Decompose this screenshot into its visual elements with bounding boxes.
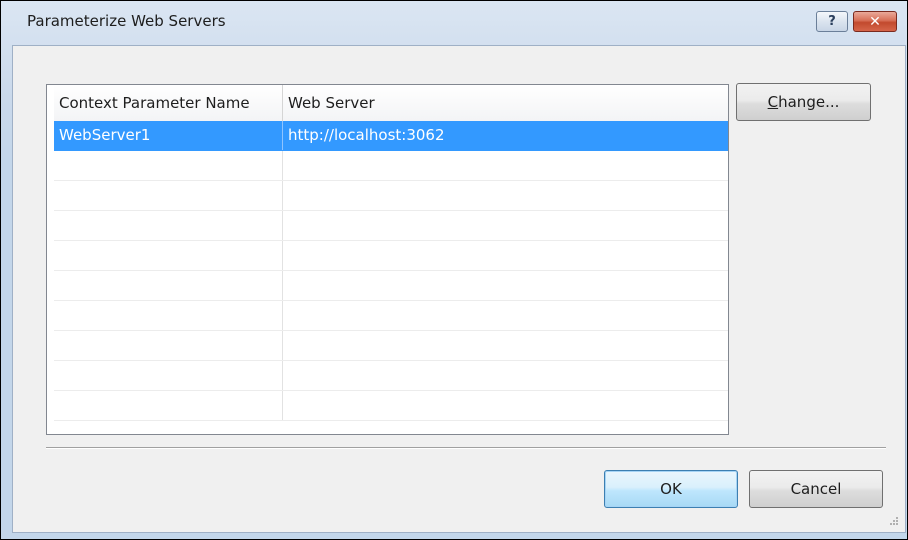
change-button[interactable]: Change... [736, 83, 871, 121]
resize-grip-icon-shape [890, 517, 898, 525]
table-row-webserver1[interactable]: WebServer1 http://localhost:3062 [54, 121, 728, 151]
cell-context-parameter-name[interactable] [54, 211, 283, 240]
cell-context-parameter-name[interactable] [54, 361, 283, 390]
change-button-mnemonic: C [767, 93, 779, 111]
column-header-context-parameter-name[interactable]: Context Parameter Name [54, 85, 283, 121]
help-button[interactable]: ? [816, 11, 848, 32]
help-icon: ? [828, 14, 836, 29]
cell-web-server[interactable] [283, 301, 728, 330]
parameters-grid[interactable]: Context Parameter Name Web Server WebSer… [46, 84, 729, 435]
table-row[interactable] [54, 391, 728, 421]
cell-context-parameter-name[interactable]: WebServer1 [54, 121, 283, 150]
cell-web-server[interactable] [283, 241, 728, 270]
cell-web-server[interactable] [283, 211, 728, 240]
cell-web-server[interactable] [283, 181, 728, 210]
change-button-label: hange... [778, 93, 840, 111]
column-header-web-server[interactable]: Web Server [283, 85, 728, 121]
title-bar[interactable]: Parameterize Web Servers ? ✕ [1, 1, 907, 41]
cancel-button-label: Cancel [790, 480, 842, 498]
dialog-title: Parameterize Web Servers [27, 12, 226, 30]
ok-button-label: OK [660, 480, 682, 498]
cell-context-parameter-name[interactable] [54, 391, 283, 420]
cell-context-parameter-name[interactable] [54, 151, 283, 180]
table-row[interactable] [54, 301, 728, 331]
cell-context-parameter-name[interactable] [54, 301, 283, 330]
table-row[interactable] [54, 241, 728, 271]
cell-context-parameter-name[interactable] [54, 271, 283, 300]
close-icon: ✕ [869, 13, 881, 30]
cell-context-parameter-name[interactable] [54, 331, 283, 360]
table-row[interactable] [54, 181, 728, 211]
cell-web-server[interactable] [283, 331, 728, 360]
close-button[interactable]: ✕ [853, 11, 897, 32]
grid-content: Context Parameter Name Web Server WebSer… [54, 85, 728, 434]
cell-web-server[interactable] [283, 391, 728, 420]
cell-web-server[interactable] [283, 361, 728, 390]
ok-button[interactable]: OK [604, 470, 738, 508]
resize-grip-icon[interactable] [887, 515, 899, 527]
cell-context-parameter-name[interactable] [54, 241, 283, 270]
dialog-window: Parameterize Web Servers ? ✕ Context Par… [0, 0, 908, 540]
table-row[interactable] [54, 151, 728, 181]
dialog-client-area: Context Parameter Name Web Server WebSer… [12, 45, 906, 533]
cell-web-server[interactable] [283, 271, 728, 300]
cell-context-parameter-name[interactable] [54, 181, 283, 210]
table-row[interactable] [54, 361, 728, 391]
table-row[interactable] [54, 331, 728, 361]
cell-web-server[interactable]: http://localhost:3062 [283, 121, 728, 150]
cancel-button[interactable]: Cancel [749, 470, 883, 508]
table-row[interactable] [54, 271, 728, 301]
table-row[interactable] [54, 211, 728, 241]
cell-web-server[interactable] [283, 151, 728, 180]
grid-header: Context Parameter Name Web Server [54, 85, 728, 122]
grid-rows: WebServer1 http://localhost:3062 [54, 121, 728, 421]
separator-line [46, 447, 886, 449]
